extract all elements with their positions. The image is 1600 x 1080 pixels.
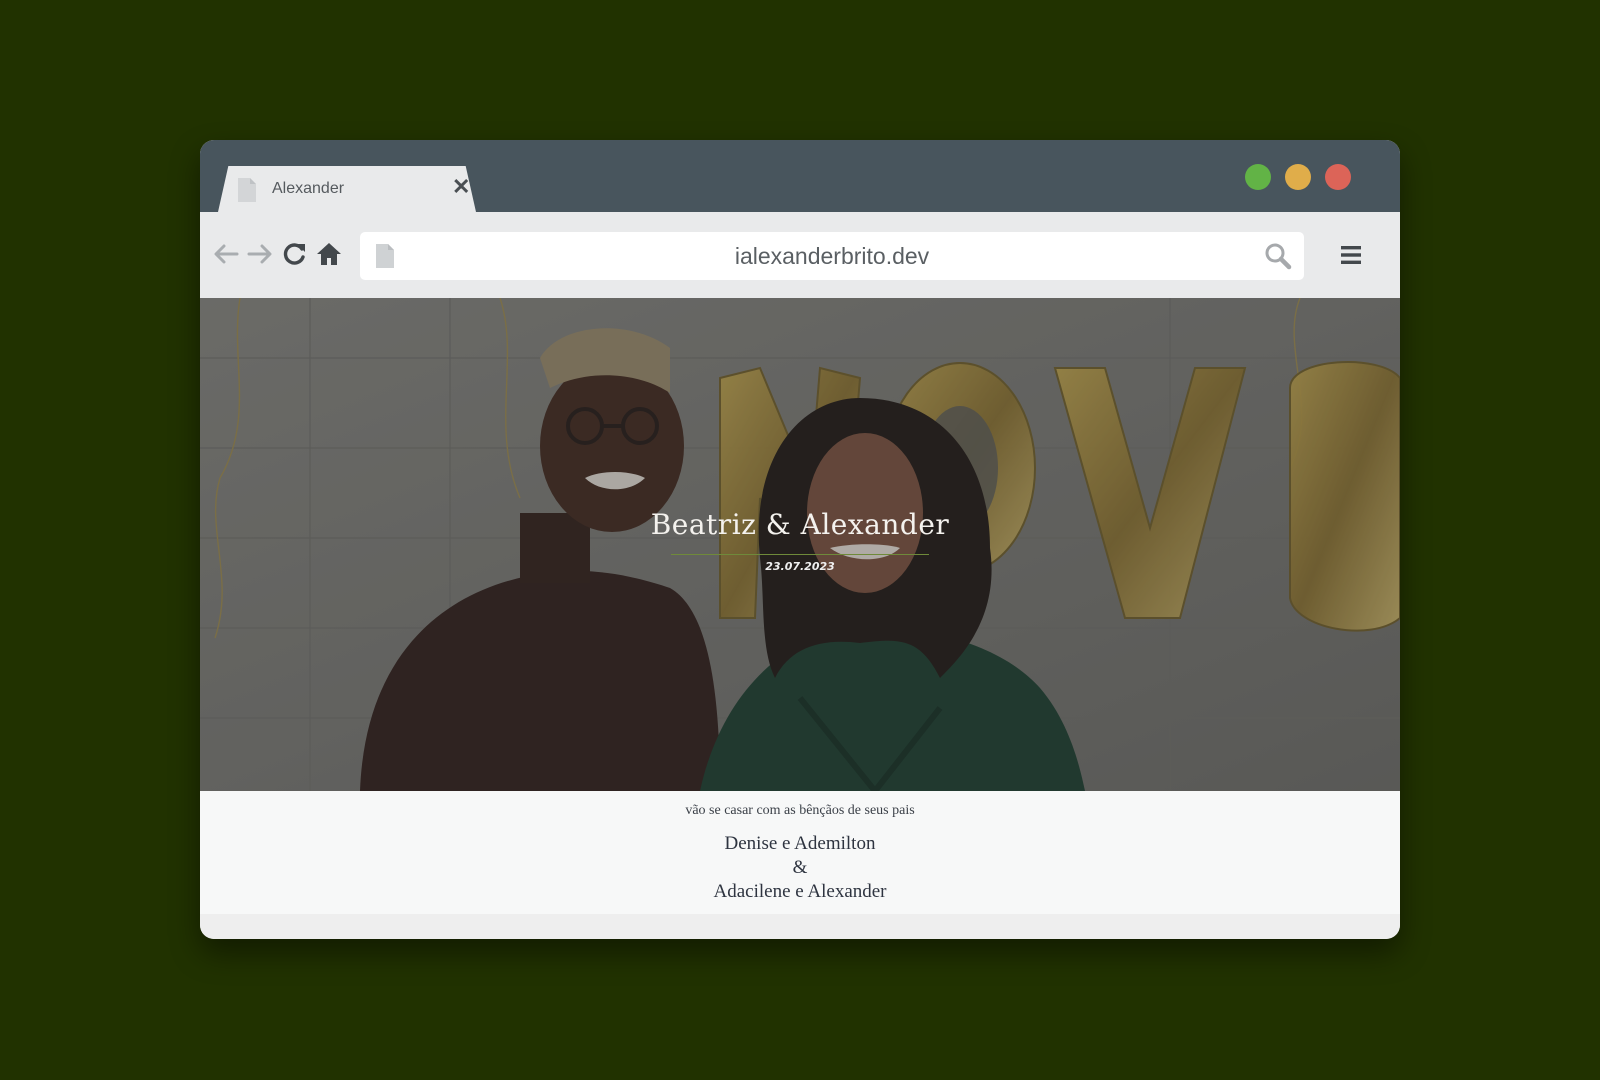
close-icon[interactable]: ✕ bbox=[452, 176, 470, 198]
close-window-button[interactable] bbox=[1325, 164, 1351, 190]
parents-separator: & bbox=[792, 857, 808, 878]
document-icon bbox=[238, 178, 256, 202]
hamburger-menu-icon[interactable] bbox=[1340, 244, 1362, 266]
blessing-text: vão se casar com as bênçãos de seus pais bbox=[685, 803, 915, 818]
arrow-left-icon[interactable] bbox=[212, 240, 240, 268]
browser-window: Alexander ✕ ialexanderbrito.dev Beatriz … bbox=[200, 140, 1400, 939]
hero-section: Beatriz & Alexander 23.07.2023 bbox=[200, 298, 1400, 791]
home-icon[interactable] bbox=[315, 240, 343, 268]
maximize-window-button[interactable] bbox=[1245, 164, 1271, 190]
title-bar: Alexander ✕ bbox=[200, 140, 1400, 212]
parents-first: Denise e Ademilton bbox=[724, 833, 876, 854]
title-divider bbox=[671, 554, 929, 555]
url-text[interactable]: ialexanderbrito.dev bbox=[360, 243, 1304, 270]
page-viewport: Beatriz & Alexander 23.07.2023 vão se ca… bbox=[200, 298, 1400, 914]
window-bottom-edge bbox=[200, 914, 1400, 939]
wedding-date: 23.07.2023 bbox=[765, 560, 835, 573]
parents-section: vão se casar com as bênçãos de seus pais… bbox=[200, 791, 1400, 914]
browser-tab[interactable]: Alexander ✕ bbox=[218, 166, 476, 212]
hero-title: Beatriz & Alexander bbox=[650, 508, 950, 541]
parents-second: Adacilene e Alexander bbox=[713, 881, 887, 902]
arrow-right-icon[interactable] bbox=[246, 240, 274, 268]
minimize-window-button[interactable] bbox=[1285, 164, 1311, 190]
search-icon[interactable] bbox=[1264, 242, 1292, 270]
tab-title: Alexander bbox=[272, 180, 345, 197]
reload-icon[interactable] bbox=[281, 240, 309, 268]
couple-photo bbox=[200, 298, 1400, 791]
address-bar[interactable]: ialexanderbrito.dev bbox=[360, 232, 1304, 280]
browser-toolbar: ialexanderbrito.dev bbox=[200, 212, 1400, 298]
